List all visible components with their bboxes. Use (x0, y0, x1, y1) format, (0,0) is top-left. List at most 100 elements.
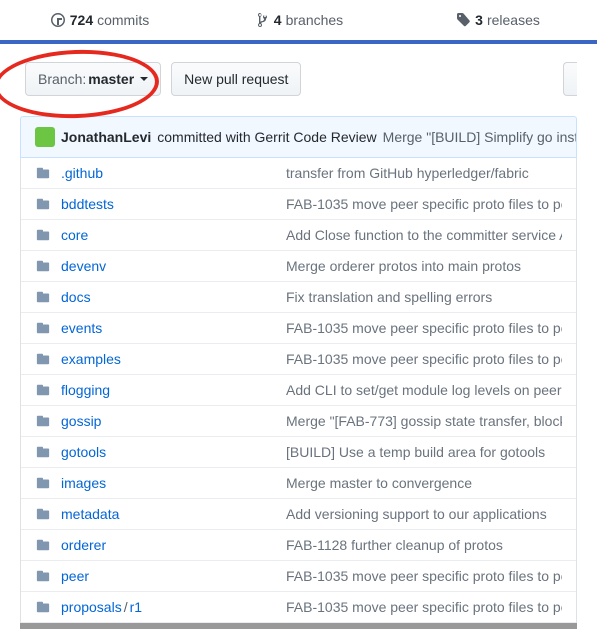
commit-author[interactable]: JonathanLevi (61, 129, 151, 145)
history-icon (50, 12, 66, 28)
row-commit-message[interactable]: Fix translation and spelling errors (286, 289, 562, 305)
file-name: devenv (61, 258, 276, 274)
table-row: core Add Close function to the committer … (21, 220, 576, 251)
commits-count: 724 (70, 12, 93, 28)
branches-label: branches (286, 12, 344, 28)
folder-icon (35, 538, 51, 552)
file-link[interactable]: r1 (130, 599, 142, 615)
table-row: events FAB-1035 move peer specific proto … (21, 313, 576, 344)
folder-icon (35, 476, 51, 490)
row-commit-message[interactable]: Add versioning support to our applicatio… (286, 506, 562, 522)
folder-icon (35, 600, 51, 614)
row-commit-message[interactable]: Merge master to convergence (286, 475, 562, 491)
commit-message[interactable]: Merge "[BUILD] Simplify go install" (383, 129, 577, 145)
commits-stat[interactable]: 724 commits (0, 12, 199, 28)
actions-row: Branch: master New pull request (0, 44, 597, 116)
file-name: docs (61, 289, 276, 305)
row-commit-message[interactable]: FAB-1035 move peer specific proto files … (286, 320, 562, 336)
file-name: orderer (61, 537, 276, 553)
caret-down-icon (140, 77, 148, 81)
row-commit-message[interactable]: FAB-1128 further cleanup of protos (286, 537, 562, 553)
row-commit-message[interactable]: transfer from GitHub hyperledger/fabric (286, 165, 562, 181)
file-link[interactable]: docs (61, 289, 91, 305)
file-name: proposals/r1 (61, 599, 276, 615)
releases-label: releases (487, 12, 540, 28)
folder-icon (35, 383, 51, 397)
file-link[interactable]: events (61, 320, 102, 336)
file-name: gossip (61, 413, 276, 429)
file-link[interactable]: gotools (61, 444, 106, 460)
folder-icon (35, 569, 51, 583)
row-commit-message[interactable]: Add CLI to set/get module log levels on … (286, 382, 562, 398)
row-commit-message[interactable]: FAB-1035 move peer specific proto files … (286, 599, 562, 615)
table-row: gossip Merge "[FAB-773] gossip state tran… (21, 406, 576, 437)
commits-label: commits (97, 12, 149, 28)
branches-stat[interactable]: 4 branches (199, 12, 398, 28)
file-link[interactable]: metadata (61, 506, 119, 522)
row-commit-message[interactable]: [BUILD] Use a temp build area for gotool… (286, 444, 562, 460)
table-row: devenv Merge orderer protos into main pro… (21, 251, 576, 282)
branch-name: master (88, 69, 134, 89)
file-name: images (61, 475, 276, 491)
table-row: orderer FAB-1128 further cleanup of proto… (21, 530, 576, 561)
file-link[interactable]: core (61, 227, 88, 243)
branches-count: 4 (274, 12, 282, 28)
row-commit-message[interactable]: Merge orderer protos into main protos (286, 258, 562, 274)
repo-stats-bar: 724 commits 4 branches 3 releases (0, 2, 597, 44)
file-name: gotools (61, 444, 276, 460)
file-name: examples (61, 351, 276, 367)
folder-icon (35, 197, 51, 211)
row-commit-message[interactable]: FAB-1035 move peer specific proto files … (286, 568, 562, 584)
path-separator: / (122, 599, 130, 615)
releases-stat[interactable]: 3 releases (398, 12, 597, 28)
table-row: bddtests FAB-1035 move peer specific prot… (21, 189, 576, 220)
table-row: examples FAB-1035 move peer specific prot… (21, 344, 576, 375)
folder-icon (35, 259, 51, 273)
branch-select-button[interactable]: Branch: master (25, 62, 161, 96)
table-row: peer FAB-1035 move peer specific proto fi… (21, 561, 576, 592)
avatar (35, 127, 55, 147)
table-row: gotools [BUILD] Use a temp build area for… (21, 437, 576, 468)
new-pull-request-button[interactable]: New pull request (171, 62, 301, 96)
row-commit-message[interactable]: FAB-1035 move peer specific proto files … (286, 351, 562, 367)
branch-icon (254, 12, 270, 28)
commit-action: committed with Gerrit Code Review (157, 129, 376, 145)
file-link[interactable]: examples (61, 351, 121, 367)
branch-prefix-label: Branch: (38, 69, 86, 89)
file-name: flogging (61, 382, 276, 398)
table-row: images Merge master to convergence (21, 468, 576, 499)
file-name: bddtests (61, 196, 276, 212)
file-link[interactable]: bddtests (61, 196, 114, 212)
latest-commit-bar: JonathanLevi committed with Gerrit Code … (20, 116, 577, 158)
file-name: core (61, 227, 276, 243)
file-link[interactable]: proposals (61, 599, 122, 615)
file-link[interactable]: .github (61, 165, 103, 181)
file-link[interactable]: images (61, 475, 106, 491)
folder-icon (35, 166, 51, 180)
row-commit-message[interactable]: Add Close function to the committer serv… (286, 227, 562, 243)
folder-icon (35, 352, 51, 366)
file-link[interactable]: devenv (61, 258, 106, 274)
folder-icon (35, 507, 51, 521)
file-link[interactable]: gossip (61, 413, 101, 429)
table-row: metadata Add versioning support to our ap… (21, 499, 576, 530)
file-name: peer (61, 568, 276, 584)
row-commit-message[interactable]: FAB-1035 move peer specific proto files … (286, 196, 562, 212)
file-link[interactable]: flogging (61, 382, 110, 398)
tag-icon (455, 12, 471, 28)
file-name: events (61, 320, 276, 336)
truncated-button[interactable] (563, 62, 577, 96)
file-link[interactable]: peer (61, 568, 89, 584)
releases-count: 3 (475, 12, 483, 28)
table-row: flogging Add CLI to set/get module log le… (21, 375, 576, 406)
folder-icon (35, 228, 51, 242)
file-list: .github transfer from GitHub hyperledger/… (20, 158, 577, 623)
scroll-shadow (20, 623, 577, 629)
table-row: .github transfer from GitHub hyperledger/… (21, 158, 576, 189)
folder-icon (35, 414, 51, 428)
row-commit-message[interactable]: Merge "[FAB-773] gossip state transfer, … (286, 413, 562, 429)
table-row: proposals/r1 FAB-1035 move peer specific … (21, 592, 576, 623)
file-name: metadata (61, 506, 276, 522)
folder-icon (35, 290, 51, 304)
file-link[interactable]: orderer (61, 537, 106, 553)
